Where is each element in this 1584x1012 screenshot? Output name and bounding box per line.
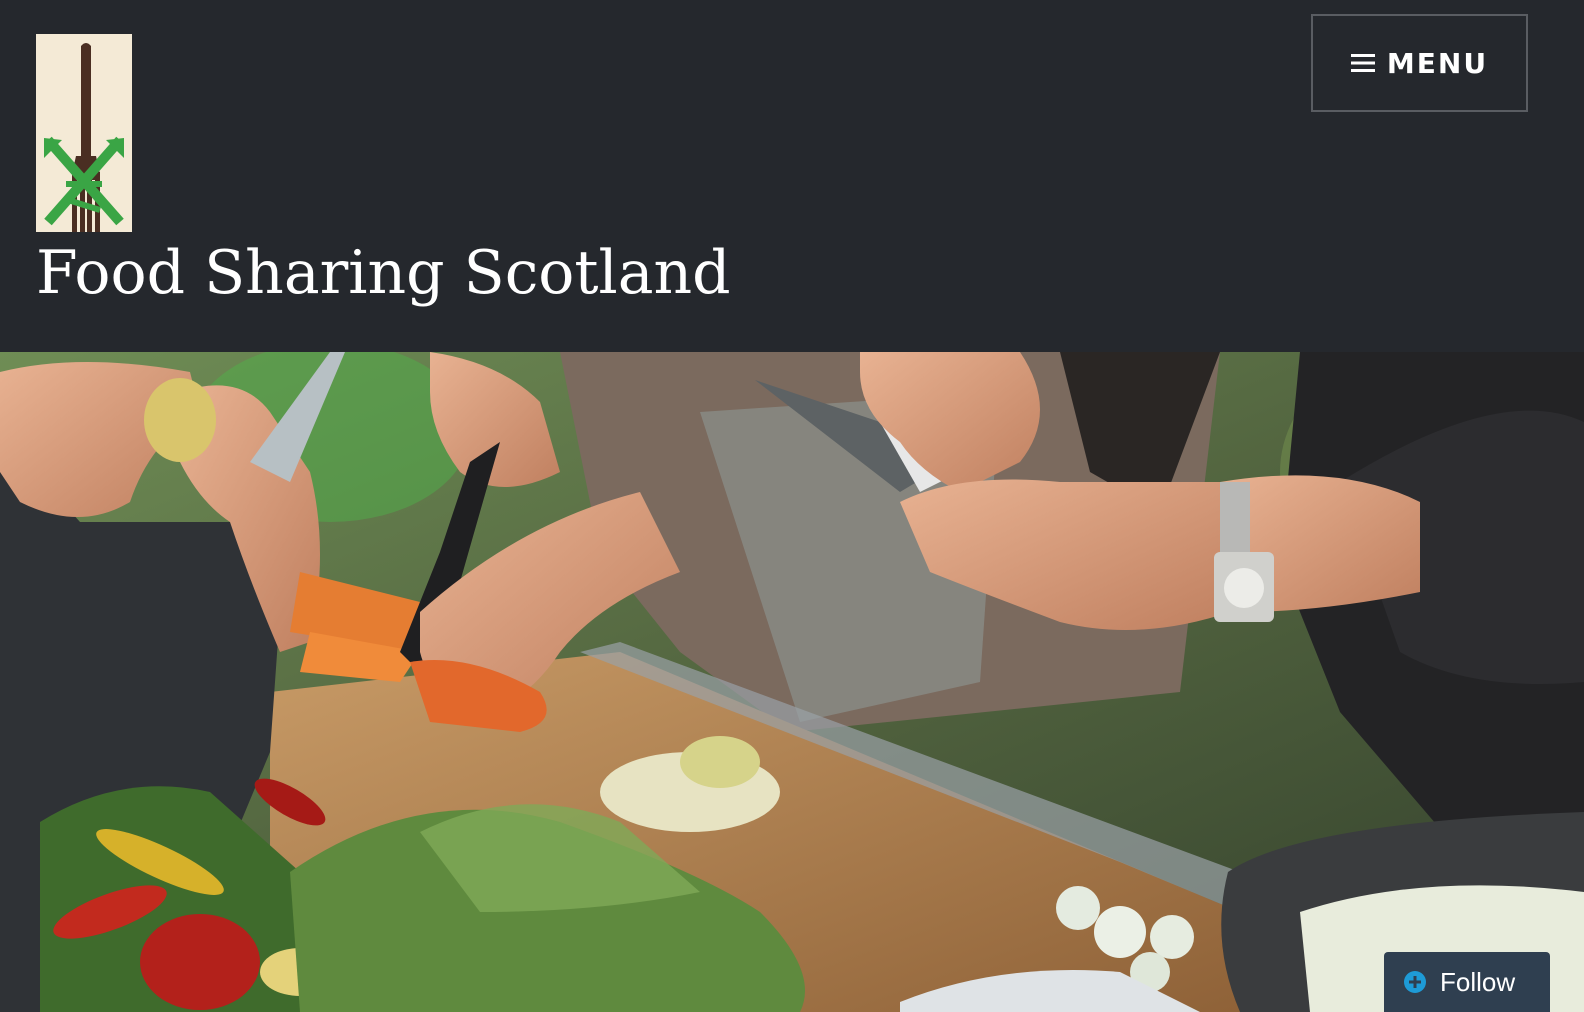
people-cutting-vegetables-photo [0,352,1584,1012]
menu-button[interactable]: MENU [1311,14,1528,112]
plus-circle-icon [1404,971,1426,993]
hamburger-icon [1350,54,1375,72]
site-logo[interactable] [36,34,132,232]
follow-label: Follow [1440,966,1516,997]
page: Food Sharing Scotland MENU Follow [0,0,1584,1012]
site-title[interactable]: Food Sharing Scotland [36,235,731,311]
follow-button[interactable]: Follow [1384,952,1550,1012]
site-header: Food Sharing Scotland MENU [0,0,1584,352]
menu-label: MENU [1386,46,1489,80]
fork-logo-icon [36,34,132,232]
hero-image [0,352,1584,1012]
